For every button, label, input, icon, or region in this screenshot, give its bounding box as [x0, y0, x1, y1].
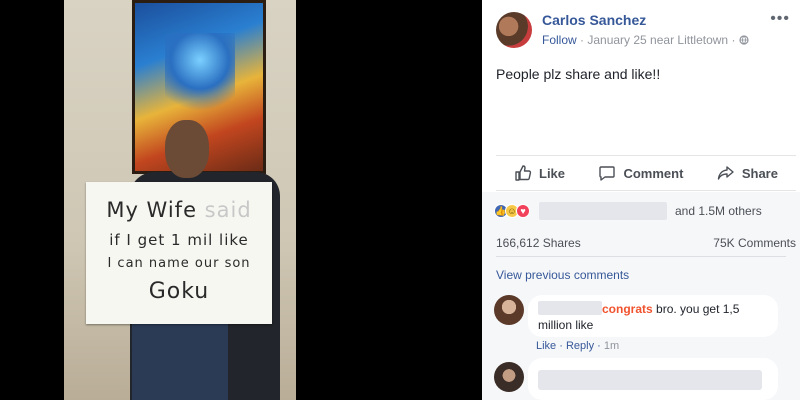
share-label: Share: [741, 165, 778, 181]
comment-bubble: congrats bro. you get 1,5 million like: [528, 295, 778, 337]
comment-time: 1m: [603, 340, 620, 352]
sign-text: My Wife: [106, 198, 197, 222]
sign-text-faded: said: [197, 198, 252, 222]
post-text: People plz share and like!!: [496, 66, 661, 82]
comment-bubble: [528, 358, 778, 400]
like-button[interactable]: Like: [514, 164, 565, 182]
poster-figure: [165, 33, 235, 123]
love-icon: ♥: [516, 204, 530, 218]
photo-viewer: My Wife said if I get 1 mil like I can n…: [0, 0, 482, 400]
comment-label: Comment: [623, 165, 684, 181]
redacted-names: [539, 202, 667, 220]
comments-count[interactable]: 75K Comments: [713, 236, 796, 250]
redacted-commenter-name: [538, 301, 602, 315]
post-header: Carlos Sanchez Follow · January 25 near …: [482, 0, 800, 56]
post-panel: Carlos Sanchez Follow · January 25 near …: [482, 0, 800, 400]
comment-reply-link[interactable]: Reply: [566, 340, 594, 352]
post-stats: 166,612 Shares 75K Comments: [496, 236, 796, 250]
post-actions: Like Comment Share: [496, 155, 796, 191]
sign-line-1: My Wife said: [86, 198, 272, 222]
comment-highlight: congrats: [602, 302, 653, 316]
handwritten-sign: My Wife said if I get 1 mil like I can n…: [86, 182, 272, 324]
divider: [496, 256, 786, 257]
commenter-avatar[interactable]: [494, 295, 524, 325]
redacted-comment: [538, 370, 762, 390]
sign-line-3: I can name our son: [107, 256, 251, 271]
more-options-icon[interactable]: •••: [770, 10, 790, 28]
share-button[interactable]: Share: [717, 164, 778, 182]
post-date-location: · January 25 near Littletown ·: [576, 33, 739, 47]
comment-icon: [599, 166, 616, 181]
person-legs: [132, 322, 228, 400]
reaction-icons: 👍 ☺ ♥: [494, 204, 530, 218]
reaction-count: and 1.5M others: [675, 204, 762, 218]
comment-button[interactable]: Comment: [598, 164, 683, 182]
sign-line-4: Goku: [148, 279, 210, 304]
sign-line-2: if I get 1 mil like: [109, 231, 249, 249]
person-head: [165, 120, 209, 178]
reaction-summary[interactable]: 👍 ☺ ♥ and 1.5M others: [494, 202, 762, 220]
author-avatar[interactable]: [496, 12, 532, 48]
comment-meta: Like · Reply · 1m: [536, 340, 620, 352]
shares-count[interactable]: 166,612 Shares: [496, 236, 581, 250]
globe-icon: [739, 33, 749, 47]
engagement-section: 👍 ☺ ♥ and 1.5M others 166,612 Shares 75K…: [482, 192, 800, 400]
comment-like-link[interactable]: Like: [536, 340, 556, 352]
commenter-avatar[interactable]: [494, 362, 524, 392]
like-label: Like: [539, 165, 566, 181]
author-name[interactable]: Carlos Sanchez: [542, 12, 646, 28]
share-icon: [717, 166, 734, 180]
thumbs-up-icon: [515, 165, 532, 181]
post-meta: Follow · January 25 near Littletown ·: [542, 33, 749, 47]
view-previous-comments-link[interactable]: View previous comments: [496, 268, 629, 282]
follow-link[interactable]: Follow: [542, 33, 577, 47]
post-photo[interactable]: My Wife said if I get 1 mil like I can n…: [64, 0, 296, 400]
